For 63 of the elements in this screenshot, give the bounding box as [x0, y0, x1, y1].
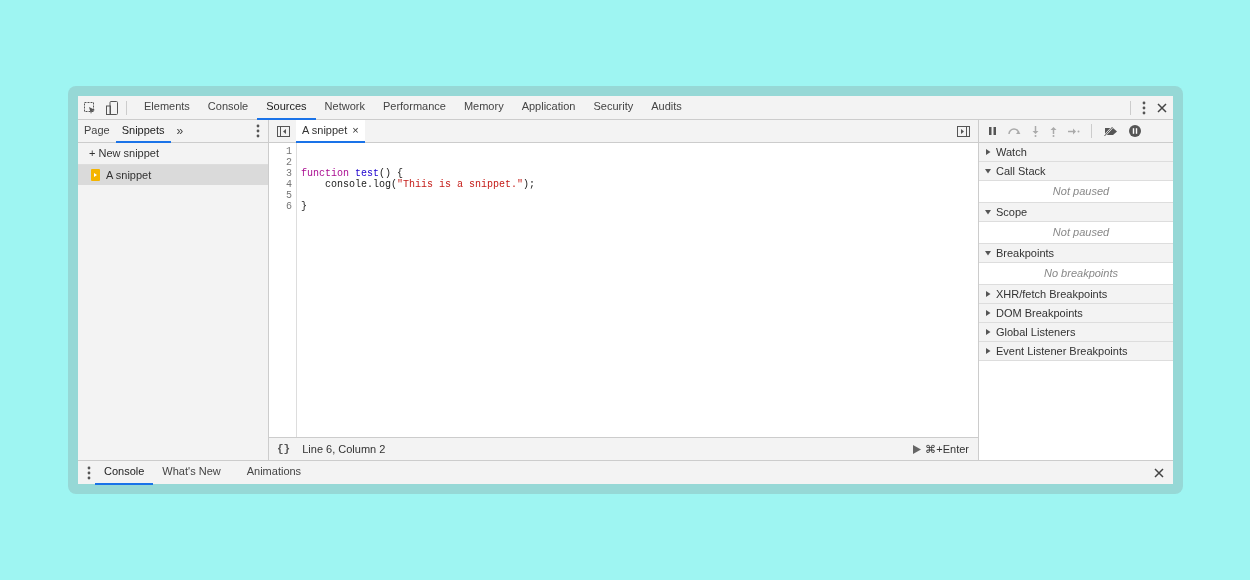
- cursor-position: Line 6, Column 2: [302, 441, 386, 457]
- run-shortcut: ⌘+Enter: [925, 441, 969, 457]
- drawer-tab[interactable]: Animations: [237, 460, 311, 485]
- more-icon[interactable]: [256, 124, 260, 138]
- file-tab[interactable]: A snippet ×: [296, 119, 365, 143]
- expanded-arrow-icon: [985, 250, 991, 256]
- panel-tab[interactable]: Console: [198, 95, 258, 120]
- empty-message: Not paused: [1051, 184, 1110, 200]
- more-tabs-button[interactable]: »: [170, 122, 190, 140]
- pretty-print-button[interactable]: {}: [277, 440, 291, 458]
- collapsed-arrow-icon: [985, 348, 991, 354]
- snippet-item[interactable]: A snippet: [78, 165, 268, 185]
- section-header[interactable]: Call Stack: [979, 162, 1173, 181]
- panel-tab[interactable]: Memory: [454, 95, 513, 120]
- code-line: }: [301, 201, 307, 212]
- file-icon: [91, 169, 100, 181]
- inspect-icon[interactable]: [84, 101, 96, 114]
- navigator-tab[interactable]: Snippets: [115, 119, 171, 143]
- pause-icon[interactable]: [989, 127, 996, 135]
- section-header[interactable]: Global Listeners: [979, 323, 1173, 342]
- run-icon[interactable]: [913, 444, 922, 454]
- panel-tab[interactable]: Elements: [135, 95, 199, 120]
- section-header[interactable]: XHR/fetch Breakpoints: [979, 285, 1173, 304]
- customize-menu-icon[interactable]: [1142, 100, 1146, 115]
- close-icon[interactable]: [1157, 102, 1167, 113]
- panel-tab[interactable]: Application: [512, 95, 585, 120]
- snippet-name: A snippet: [106, 167, 152, 183]
- line-number: 1: [285, 146, 292, 157]
- close-tab-button[interactable]: ×: [352, 121, 359, 139]
- line-number: 5: [285, 190, 292, 201]
- line-number: 3: [285, 168, 292, 179]
- toggle-navigator-icon[interactable]: [277, 125, 290, 137]
- expanded-arrow-icon: [985, 168, 991, 174]
- expanded-arrow-icon: [985, 209, 991, 215]
- pause-on-exceptions-icon[interactable]: [1129, 125, 1141, 137]
- drawer-tab[interactable]: What's New: [153, 460, 230, 485]
- line-number: 2: [285, 157, 292, 168]
- section-header[interactable]: Breakpoints: [979, 244, 1173, 263]
- panel-tab[interactable]: Audits: [642, 95, 691, 120]
- line-number: 6: [285, 201, 292, 212]
- toggle-debugger-icon[interactable]: [957, 125, 970, 137]
- empty-message: No breakpoints: [1043, 266, 1118, 282]
- panel-tab[interactable]: Security: [584, 95, 643, 120]
- drawer-menu-icon[interactable]: [87, 465, 91, 480]
- code-line: console.log("Thiis is a snippet.");: [324, 179, 536, 190]
- deactivate-breakpoints-icon[interactable]: [1103, 125, 1118, 137]
- drawer-tab[interactable]: Console: [95, 460, 154, 485]
- navigator-tab[interactable]: Page: [78, 119, 116, 143]
- collapsed-arrow-icon: [985, 310, 991, 316]
- section-header[interactable]: Event Listener Breakpoints: [979, 342, 1173, 361]
- empty-message: Not paused: [1051, 225, 1110, 241]
- collapsed-arrow-icon: [985, 149, 991, 155]
- section-header[interactable]: DOM Breakpoints: [979, 304, 1173, 323]
- section-header[interactable]: Watch: [979, 143, 1173, 162]
- device-icon[interactable]: [106, 100, 118, 115]
- close-icon[interactable]: [1154, 467, 1164, 478]
- collapsed-arrow-icon: [985, 329, 991, 335]
- section-header[interactable]: Scope: [979, 203, 1173, 222]
- code-line: function test() {: [301, 168, 404, 179]
- line-number: 4: [285, 179, 292, 190]
- collapsed-arrow-icon: [985, 291, 991, 297]
- panel-tab[interactable]: Network: [315, 95, 374, 120]
- panel-tab[interactable]: Performance: [373, 95, 455, 120]
